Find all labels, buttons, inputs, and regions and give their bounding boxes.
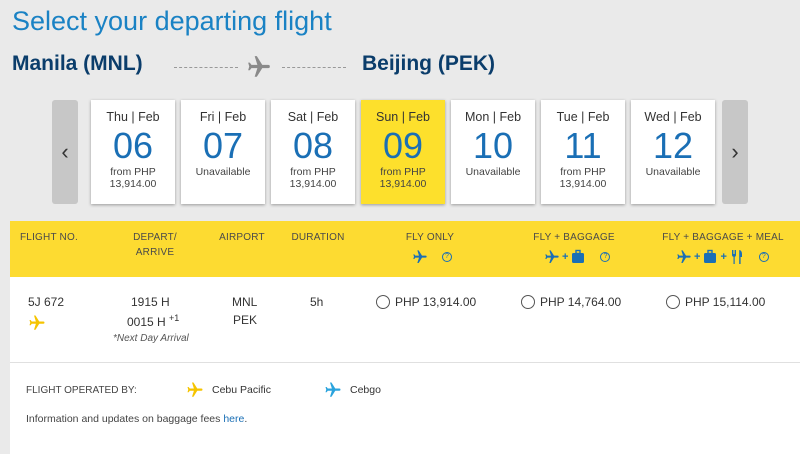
baggage-info-end: . [244, 413, 248, 425]
duration: 5h [310, 295, 324, 309]
plus-icon: + [720, 251, 727, 263]
next-dates-button[interactable]: › [722, 100, 748, 204]
fare-fly-only-option[interactable]: PHP 13,914.00 [376, 295, 476, 309]
header-fly-only: FLY ONLY [405, 232, 455, 243]
date-card-fri-07[interactable]: Fri | Feb 07 Unavailable [181, 100, 265, 204]
depart-time: 1915 H [131, 295, 170, 309]
date-number: 06 [112, 125, 154, 166]
fly-baggage-icons: + ? [544, 249, 611, 265]
baggage-info-prefix: Information and updates on baggage fees [26, 413, 224, 425]
header-flight-no: FLIGHT NO. [20, 232, 78, 243]
header-duration: DURATION [291, 232, 345, 243]
date-unavailable: Unavailable [645, 166, 701, 178]
cebu-pacific-plane-icon [187, 382, 203, 397]
header-depart: DEPART/ [133, 232, 177, 243]
help-icon[interactable]: ? [758, 252, 769, 262]
date-day-label: Sat | Feb [287, 110, 339, 124]
fare-fly-baggage-meal-option[interactable]: PHP 15,114.00 [666, 295, 765, 309]
date-card-tue-11[interactable]: Tue | Feb 11 from PHP 13,914.00 [541, 100, 625, 204]
origin-city: Manila (MNL) [12, 52, 143, 75]
baggage-icon [704, 249, 717, 263]
flight-row: 5J 672 1915 H 0015 H +1 *Next Day Arriva… [10, 277, 800, 363]
plane-icon [677, 250, 691, 263]
header-arrive: ARRIVE [135, 247, 175, 258]
plane-icon [413, 250, 427, 263]
date-unavailable: Unavailable [465, 166, 521, 178]
flight-number: 5J 672 [28, 295, 65, 309]
plane-icon [545, 250, 559, 263]
baggage-info-link[interactable]: here [223, 413, 244, 425]
route-line-left [174, 67, 238, 68]
date-day-label: Mon | Feb [464, 110, 522, 124]
destination-airport: PEK [233, 313, 258, 327]
date-day-label: Wed | Feb [644, 110, 702, 124]
date-price: 13,914.00 [559, 178, 607, 190]
date-number: 08 [292, 125, 334, 166]
date-number: 09 [382, 125, 424, 166]
fare-fly-baggage-price: PHP 14,764.00 [540, 295, 622, 309]
page-title: Select your departing flight [12, 6, 332, 36]
fare-fly-baggage-meal-radio[interactable] [666, 295, 680, 309]
fare-fly-baggage-radio[interactable] [521, 295, 535, 309]
date-from-label: from PHP [560, 166, 606, 178]
prev-dates-button[interactable]: ‹ [52, 100, 78, 204]
cebu-pacific-plane-icon [29, 315, 45, 330]
date-price: 13,914.00 [109, 178, 157, 190]
date-number: 07 [202, 125, 244, 166]
date-unavailable: Unavailable [195, 166, 251, 178]
carrier-cebgo-label: Cebgo [350, 384, 381, 396]
date-from-label: from PHP [380, 166, 426, 178]
fare-fly-baggage-meal-price: PHP 15,114.00 [685, 295, 766, 309]
date-card-mon-10[interactable]: Mon | Feb 10 Unavailable [451, 100, 535, 204]
fly-baggage-meal-icons: + + ? [676, 249, 769, 265]
help-icon[interactable]: ? [600, 252, 611, 262]
date-card-wed-12[interactable]: Wed | Feb 12 Unavailable [631, 100, 715, 204]
next-day-marker: +1 [169, 313, 180, 323]
operated-by-label: FLIGHT OPERATED BY: [26, 385, 137, 396]
arrive-time: 0015 H [127, 315, 166, 329]
baggage-info-text: Information and updates on baggage fees … [26, 413, 247, 425]
header-airport: AIRPORT [219, 232, 265, 243]
header-fly-baggage: FLY + BAGGAGE [533, 232, 615, 243]
date-day-label: Fri | Feb [199, 110, 247, 124]
flight-results-panel: FLIGHT NO. DEPART/ ARRIVE AIRPORT DURATI… [10, 221, 800, 454]
help-icon[interactable]: ? [442, 252, 452, 262]
date-card-sat-08[interactable]: Sat | Feb 08 from PHP 13,914.00 [271, 100, 355, 204]
fare-fly-baggage-option[interactable]: PHP 14,764.00 [521, 295, 621, 309]
table-header: FLIGHT NO. DEPART/ ARRIVE AIRPORT DURATI… [10, 221, 800, 277]
carrier-cebu-pacific-label: Cebu Pacific [212, 384, 271, 396]
date-card-thu-06[interactable]: Thu | Feb 06 from PHP 13,914.00 [91, 100, 175, 204]
date-number: 12 [652, 125, 694, 166]
date-price: 13,914.00 [379, 178, 427, 190]
date-from-label: from PHP [290, 166, 336, 178]
fare-fly-only-radio[interactable] [376, 295, 390, 309]
date-day-label: Sun | Feb [376, 110, 430, 124]
meal-icon [731, 250, 742, 264]
baggage-icon [572, 249, 585, 263]
date-number: 11 [564, 125, 602, 166]
next-day-note: *Next Day Arrival [113, 333, 189, 344]
route-line-right [282, 67, 346, 68]
fare-fly-only-price: PHP 13,914.00 [395, 295, 477, 309]
carrier-cebgo: Cebgo [324, 381, 381, 399]
plane-icon [244, 54, 274, 85]
date-day-label: Thu | Feb [106, 110, 160, 124]
date-day-label: Tue | Feb [556, 110, 610, 124]
date-card-sun-09-selected[interactable]: Sun | Feb 09 from PHP 13,914.00 [361, 100, 445, 204]
carrier-cebu-pacific: Cebu Pacific [186, 381, 271, 399]
date-number: 10 [472, 125, 514, 166]
origin-airport: MNL [232, 295, 258, 309]
arrive-time-wrapper: 0015 H +1 [127, 313, 179, 329]
plus-icon: + [562, 251, 569, 263]
destination-city: Beijing (PEK) [362, 52, 496, 75]
cebgo-plane-icon [325, 382, 341, 397]
plus-icon: + [694, 251, 701, 263]
header-fly-baggage-meal: FLY + BAGGAGE + MEAL [662, 232, 784, 243]
route-header: Manila (MNL) Beijing (PEK) [0, 52, 800, 84]
date-price: 13,914.00 [289, 178, 337, 190]
fly-only-icons: ? [412, 249, 452, 265]
date-from-label: from PHP [110, 166, 156, 178]
